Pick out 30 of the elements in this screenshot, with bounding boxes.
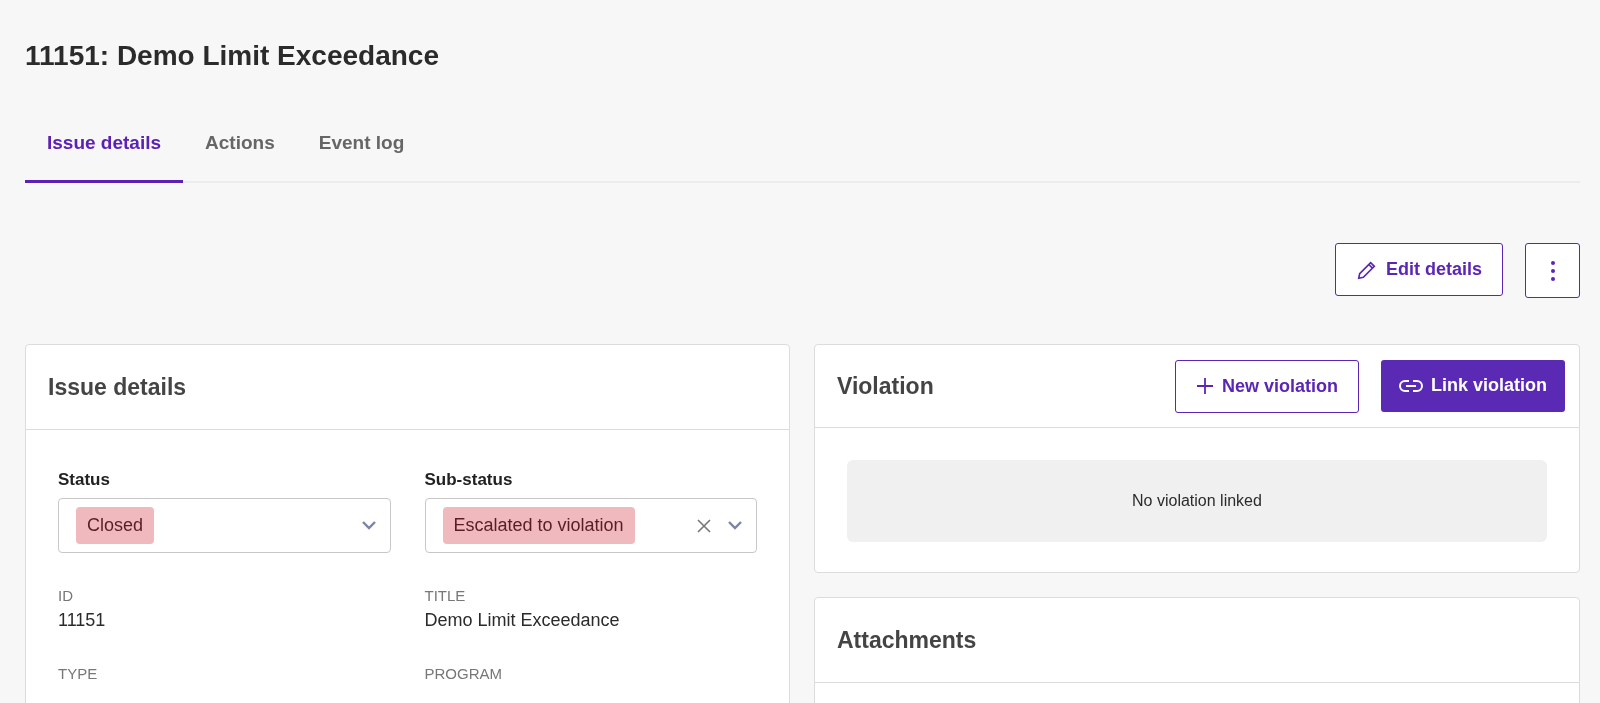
field-label: Status bbox=[58, 470, 111, 490]
more-options-button[interactable] bbox=[1525, 243, 1580, 298]
field-label: Sub-status bbox=[424, 470, 514, 490]
edit-details-button[interactable]: Edit details bbox=[1334, 243, 1503, 296]
status-tag: Closed bbox=[76, 507, 155, 544]
tab[interactable]: Actions bbox=[183, 118, 297, 183]
tab[interactable]: Issue details bbox=[25, 118, 184, 183]
card-title: Issue details bbox=[48, 373, 187, 401]
plus-icon bbox=[1195, 377, 1214, 395]
select-field[interactable]: Closed bbox=[58, 498, 391, 553]
field-label: PROGRAM bbox=[424, 665, 503, 682]
field-label: ID bbox=[58, 587, 74, 604]
card-title: Attachments bbox=[837, 626, 977, 654]
chevron-down-icon bbox=[728, 521, 742, 530]
status-tag: Escalated to violation bbox=[442, 507, 635, 544]
new-violation-button[interactable]: New violation bbox=[1174, 359, 1359, 413]
field-value: 11151 bbox=[58, 610, 107, 631]
select-field[interactable]: Escalated to violation bbox=[424, 498, 757, 553]
chevron-down-icon bbox=[361, 521, 376, 530]
more-vertical-icon bbox=[1549, 259, 1556, 282]
field-label: TYPE bbox=[58, 665, 99, 682]
card-title: Violation bbox=[837, 372, 934, 400]
field-label: TITLE bbox=[424, 587, 467, 604]
link-icon bbox=[1399, 378, 1423, 393]
field-value: Demo Limit Exceedance bbox=[424, 610, 621, 631]
link-violation-button[interactable]: Link violation bbox=[1381, 359, 1565, 412]
page-title: 11151: Demo Limit Exceedance bbox=[25, 39, 440, 73]
empty-state: No violation linked bbox=[847, 460, 1547, 542]
close-icon[interactable] bbox=[696, 517, 712, 534]
tab[interactable]: Event log bbox=[296, 118, 427, 183]
